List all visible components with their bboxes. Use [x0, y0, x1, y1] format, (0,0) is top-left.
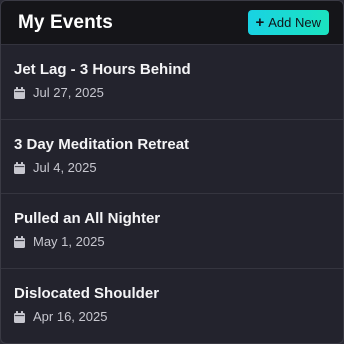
list-item[interactable]: 3 Day Meditation Retreat Jul 4, 2025: [1, 120, 343, 194]
event-date: Jul 4, 2025: [33, 159, 97, 175]
calendar-icon: [14, 310, 25, 323]
add-new-label: Add New: [268, 15, 321, 30]
event-title: 3 Day Meditation Retreat: [14, 135, 190, 153]
calendar-icon: [14, 87, 25, 99]
event-date: Jul 27, 2025: [33, 85, 104, 100]
event-title: Dislocated Shoulder: [14, 284, 160, 302]
event-date-row: Jul 27, 2025: [14, 85, 329, 101]
calendar-icon: [14, 236, 25, 248]
event-date: Apr 16, 2025: [33, 308, 108, 324]
event-date-row: May 1, 2025: [14, 234, 329, 250]
page-title: My Events: [18, 11, 113, 33]
event-title: Pulled an All Nighter: [14, 210, 161, 227]
events-panel: My Events + Add New Jet Lag - 3 Hours Be…: [0, 0, 344, 344]
event-list: Jet Lag - 3 Hours Behind Jul 27, 2025 3 …: [1, 45, 343, 343]
list-item[interactable]: Dislocated Shoulder Apr 16, 2025: [1, 269, 343, 344]
list-item[interactable]: Pulled an All Nighter May 1, 2025: [1, 194, 343, 269]
plus-icon: +: [255, 13, 265, 31]
calendar-icon: [14, 161, 25, 174]
add-new-button[interactable]: + Add New: [248, 10, 329, 35]
panel-header: My Events + Add New: [1, 1, 343, 45]
list-item[interactable]: Jet Lag - 3 Hours Behind Jul 27, 2025: [1, 45, 343, 120]
event-date-row: Apr 16, 2025: [14, 309, 329, 325]
event-date: May 1, 2025: [33, 234, 105, 249]
event-title: Jet Lag - 3 Hours Behind: [14, 61, 191, 78]
event-date-row: Jul 4, 2025: [14, 160, 329, 176]
